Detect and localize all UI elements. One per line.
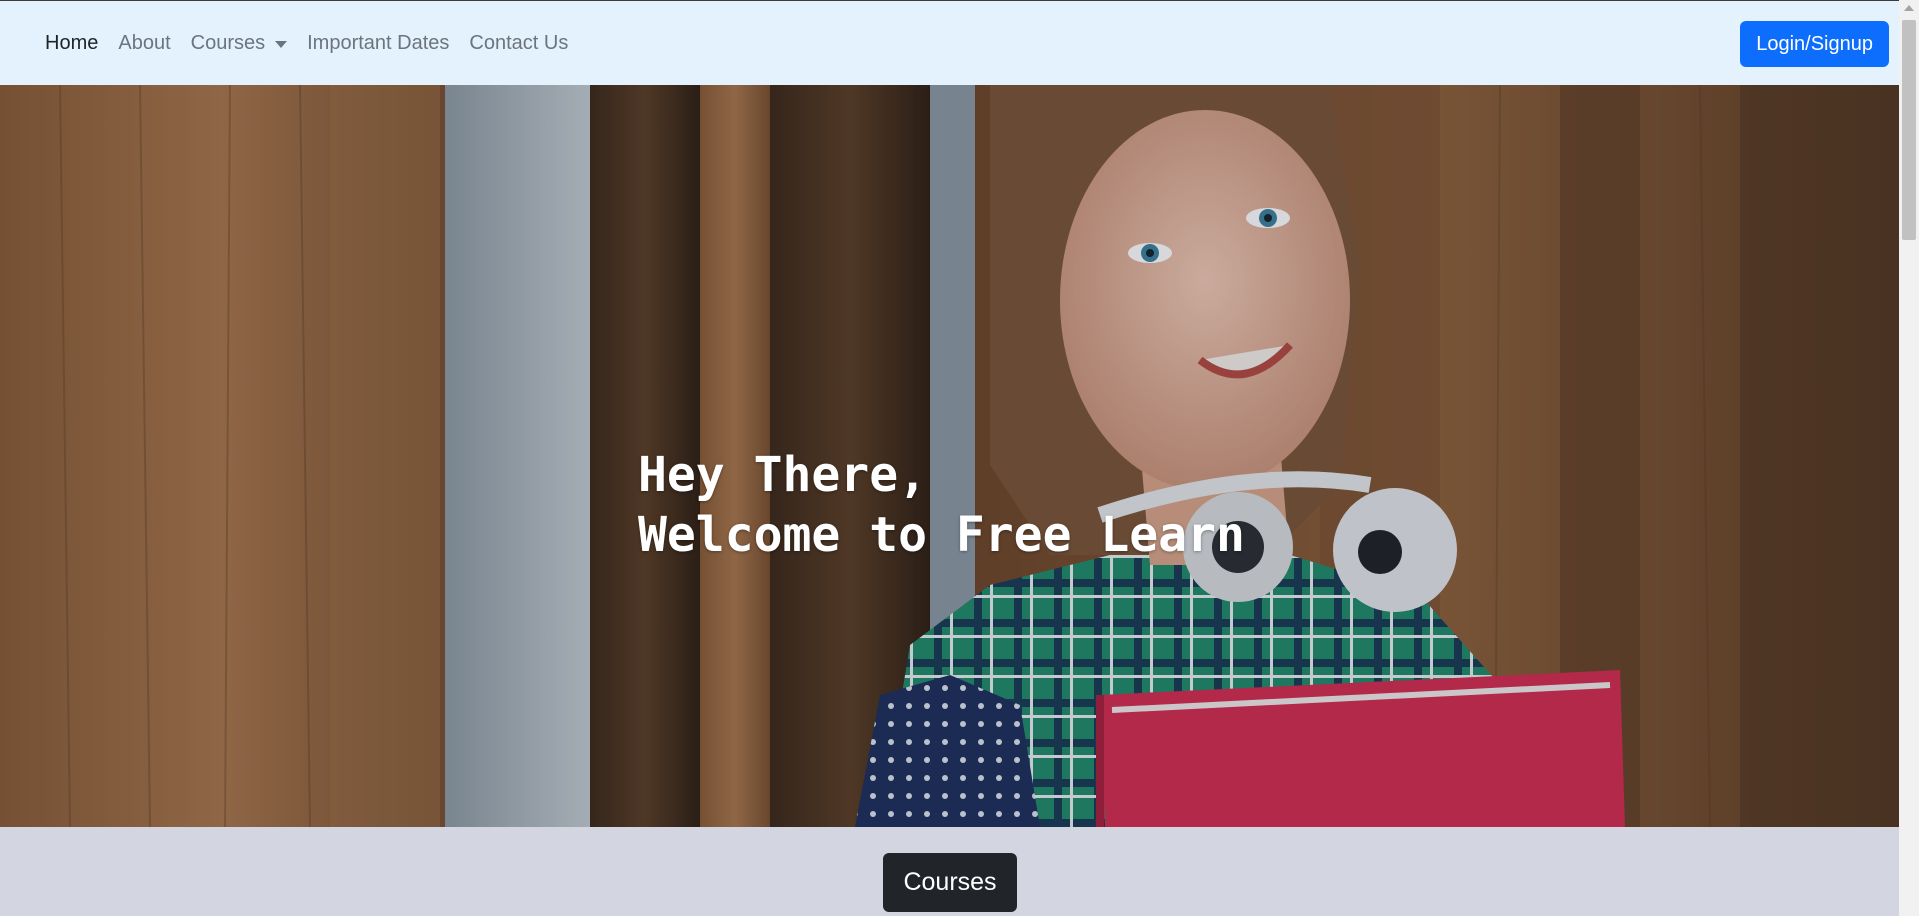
scrollbar-thumb[interactable] <box>1902 20 1916 240</box>
navbar: Home About Courses Important Dates Conta… <box>0 1 1899 85</box>
hero-heading-line-1: Hey There, <box>638 447 927 503</box>
scroll-up-arrow-icon[interactable] <box>1904 5 1914 11</box>
nav-link-about[interactable]: About <box>118 32 170 55</box>
nav-link-courses-dropdown[interactable]: Courses <box>190 31 288 55</box>
nav-link-courses-label: Courses <box>190 31 266 54</box>
courses-section: Courses <box>0 827 1899 916</box>
nav-link-important-dates[interactable]: Important Dates <box>307 32 449 55</box>
nav-links: Home About Courses Important Dates Conta… <box>45 1 588 85</box>
hero-banner: Hey There, Welcome to Free Learn <box>0 85 1899 827</box>
courses-button[interactable]: Courses <box>883 853 1017 912</box>
page: Home About Courses Important Dates Conta… <box>0 0 1899 916</box>
nav-link-contact-us[interactable]: Contact Us <box>469 32 568 55</box>
chevron-down-icon <box>275 40 288 48</box>
nav-link-home[interactable]: Home <box>45 32 98 55</box>
login-signup-button[interactable]: Login/Signup <box>1740 21 1889 67</box>
vertical-scrollbar[interactable] <box>1899 0 1919 916</box>
hero-heading: Hey There, Welcome to Free Learn <box>638 445 1245 565</box>
hero-heading-line-2: Welcome to Free Learn <box>638 507 1245 563</box>
